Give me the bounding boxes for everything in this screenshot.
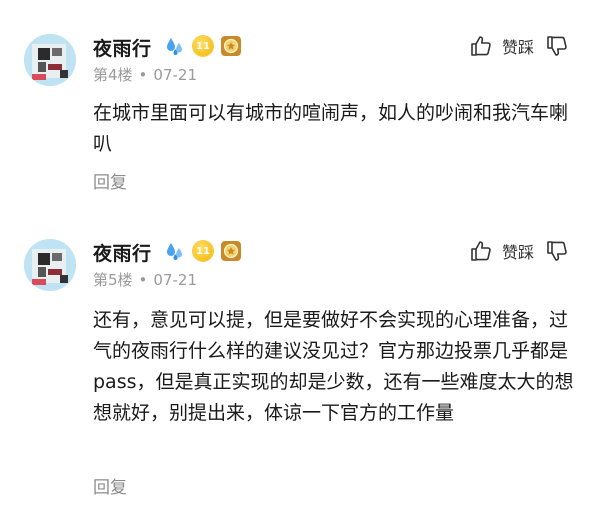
meta-separator: • — [138, 66, 148, 84]
comment-text: 还有，意见可以提，但是要做好不会实现的心理准备，过气的夜雨行什么样的建议没见过？… — [93, 309, 574, 424]
comment-text: 在城市里面可以有城市的喧闹声，如人的吵闹和我汽车喇叭 — [93, 102, 569, 155]
vote-label: 赞踩 — [502, 243, 535, 262]
level-badge: 11 — [193, 36, 213, 56]
comment-post: 夜雨行 11 第5楼 • 07-21 赞踩 还有，意见可以提，但是要做好不会实现… — [0, 205, 600, 509]
vote-actions: 赞踩 — [468, 33, 570, 59]
reply-button[interactable]: 回复 — [93, 473, 127, 498]
floor-number: 第5楼 — [93, 271, 133, 289]
thumbs-up-icon[interactable] — [468, 238, 494, 264]
avatar[interactable] — [24, 239, 76, 291]
reply-button[interactable]: 回复 — [93, 168, 127, 193]
medal-icon — [220, 35, 242, 57]
post-date: 07-21 — [153, 66, 197, 84]
post-date: 07-21 — [153, 271, 197, 289]
badge-group: 11 — [164, 240, 242, 262]
floor-number: 第4楼 — [93, 66, 133, 84]
medal-icon — [220, 240, 242, 262]
username[interactable]: 夜雨行 — [93, 239, 152, 266]
avatar[interactable] — [24, 34, 76, 86]
floor-meta: 第5楼 • 07-21 — [93, 269, 197, 290]
floor-meta: 第4楼 • 07-21 — [93, 64, 197, 85]
water-drops-icon — [164, 35, 186, 57]
level-badge: 11 — [193, 241, 213, 261]
meta-separator: • — [138, 271, 148, 289]
username[interactable]: 夜雨行 — [93, 34, 152, 61]
water-drops-icon — [164, 240, 186, 262]
badge-group: 11 — [164, 35, 242, 57]
vote-label: 赞踩 — [502, 38, 535, 57]
thumbs-up-icon[interactable] — [468, 33, 494, 59]
vote-actions: 赞踩 — [468, 238, 570, 264]
comment-post: 夜雨行 11 第4楼 • 07-21 赞踩 在城市里面可以有城市的喧闹声，如人的… — [0, 0, 600, 205]
thumbs-down-icon[interactable] — [544, 33, 570, 59]
thumbs-down-icon[interactable] — [544, 238, 570, 264]
